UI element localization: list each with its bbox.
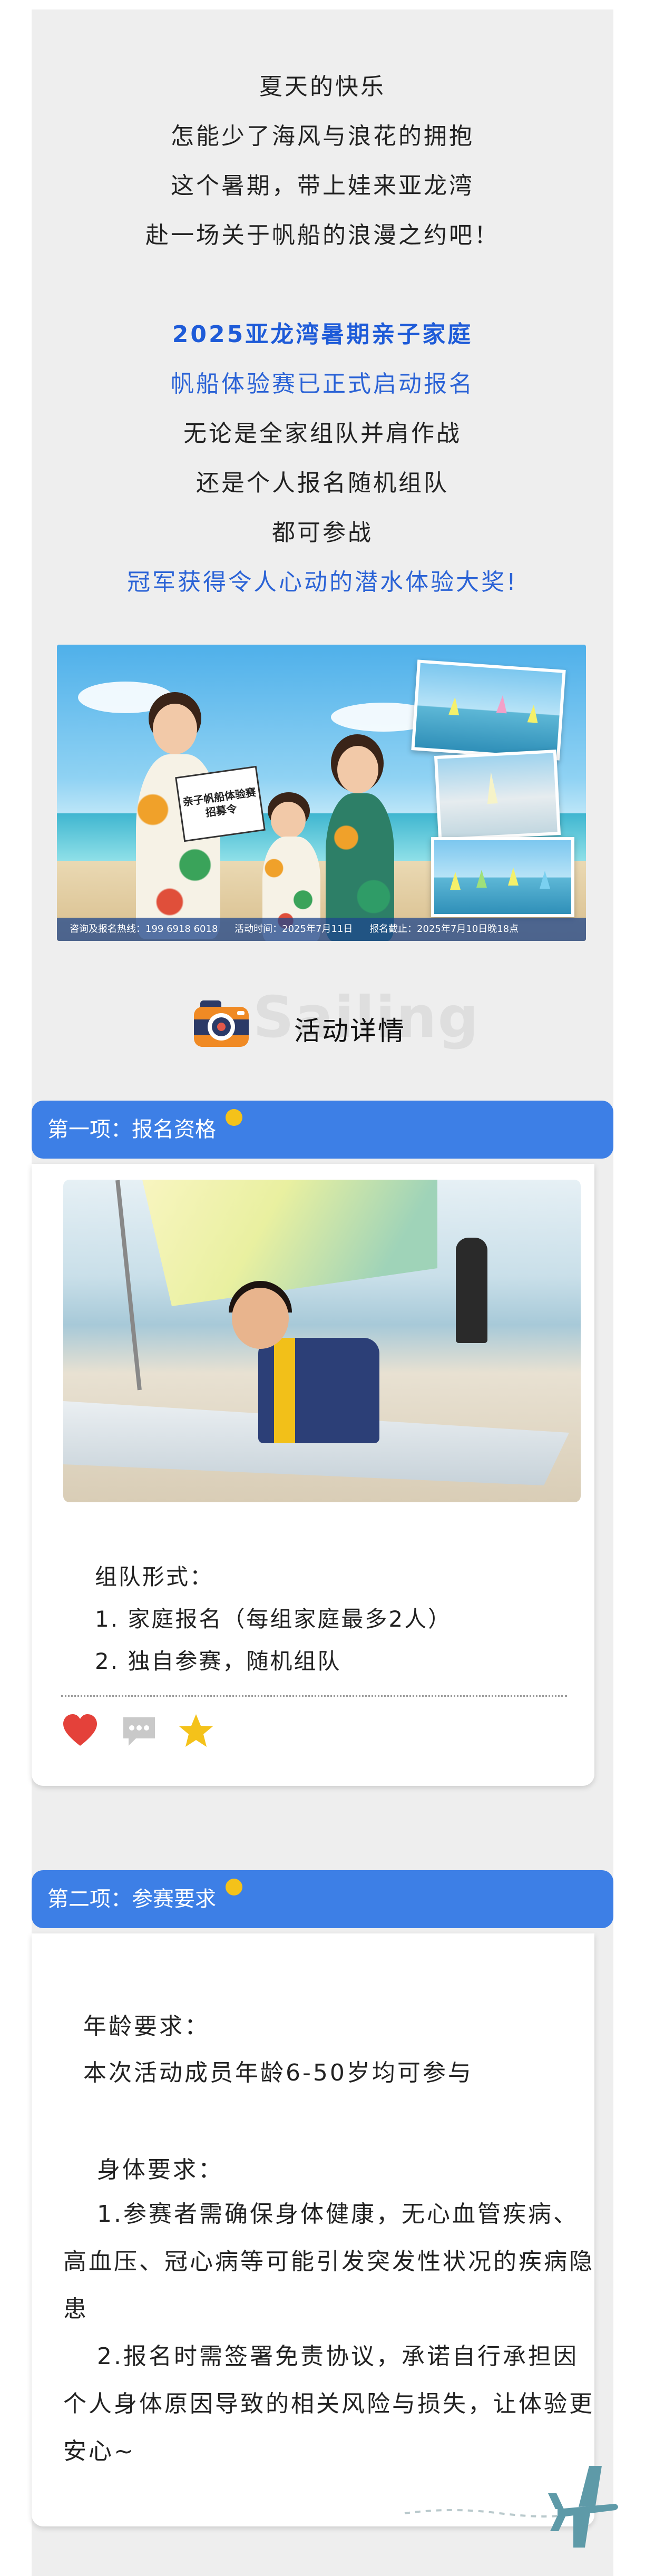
age-text: 本次活动成员年龄6-50岁均可参与 — [83, 2059, 473, 2086]
item2-card: 年龄要求： 本次活动成员年龄6-50岁均可参与 身体要求： 1.参赛者需确保身体… — [32, 1933, 594, 2526]
star-icon[interactable] — [177, 1712, 215, 1750]
prize-line: 冠军获得令人心动的潜水体验大奖! — [127, 569, 518, 596]
intro-body-line: 都可参战 — [272, 519, 373, 546]
airplane-icon — [404, 2466, 618, 2548]
intro-line: 夏天的快乐 — [259, 73, 386, 100]
item2-tab: 第二项：参赛要求 — [32, 1870, 613, 1928]
item1-tab: 第一项：报名资格 — [32, 1101, 613, 1159]
sailing-photo — [411, 659, 566, 761]
recruit-sign: 亲子帆船体验赛招募令 — [175, 765, 266, 842]
intro-line: 怎能少了海风与浪花的拥抱 — [171, 123, 474, 150]
team-format-heading: 组队形式： — [95, 1564, 214, 1590]
comment-icon[interactable] — [120, 1712, 158, 1750]
health-point: 1.参赛者需确保身体健康，无心血管疾病、高血压、冠心病等可能引发突发性状况的疾病… — [63, 2201, 594, 2322]
section-title: 活动详情 — [294, 1016, 406, 1046]
sailing-photo — [431, 837, 574, 917]
item2-tab-label: 第二项：参赛要求 — [47, 1887, 216, 1911]
sailing-photo — [434, 750, 561, 841]
intro-body-line: 还是个人报名随机组队 — [196, 470, 449, 497]
kid-sailing-photo — [63, 1180, 581, 1502]
camera-icon — [194, 1000, 249, 1047]
age-heading: 年龄要求： — [83, 2013, 210, 2040]
tab-dot — [226, 1109, 242, 1126]
hero-banner-image: 亲子帆船体验赛招募令 咨询及报名热线：199 6918 6018 活动时间：20… — [57, 645, 586, 941]
heart-icon[interactable] — [61, 1712, 99, 1750]
hotline-text: 咨询及报名热线：199 6918 6018 — [70, 924, 218, 935]
article-page: 夏天的快乐 怎能少了海风与浪花的拥抱 这个暑期，带上娃来亚龙湾 赴一场关于帆船的… — [32, 9, 618, 2576]
tab-dot — [226, 1879, 242, 1895]
health-point: 2.报名时需签署免责协议，承诺自行承担因个人身体原因导致的相关风险与损失，让体验… — [63, 2343, 594, 2465]
event-time-text: 活动时间：2025年7月11日 — [234, 924, 353, 935]
highlight-line: 帆船体验赛已正式启动报名 — [171, 371, 474, 397]
team-format-point: 1. 家庭报名（每组家庭最多2人） — [95, 1606, 452, 1632]
hero-info-bar: 咨询及报名热线：199 6918 6018 活动时间：2025年7月11日 报名… — [57, 918, 586, 941]
intro-text-block: 夏天的快乐 怎能少了海风与浪花的拥抱 这个暑期，带上娃来亚龙湾 赴一场关于帆船的… — [32, 62, 613, 607]
intro-line: 这个暑期，带上娃来亚龙湾 — [171, 172, 474, 199]
highlight-line: 2025亚龙湾暑期亲子家庭 — [172, 321, 473, 348]
health-heading: 身体要求： — [97, 2156, 223, 2183]
deadline-text: 报名截止：2025年7月10日晚18点 — [369, 924, 519, 935]
item1-card: 组队形式： 1. 家庭报名（每组家庭最多2人） 2. 独自参赛，随机组队 — [32, 1164, 594, 1786]
intro-line: 赴一场关于帆船的浪漫之约吧！ — [145, 222, 500, 249]
team-format-point: 2. 独自参赛，随机组队 — [95, 1648, 341, 1674]
dotted-divider — [61, 1695, 567, 1697]
section-heading: Sailing 活动详情 — [32, 985, 613, 1058]
item1-tab-label: 第一项：报名资格 — [47, 1117, 216, 1142]
intro-body-line: 无论是全家组队并肩作战 — [183, 420, 462, 447]
